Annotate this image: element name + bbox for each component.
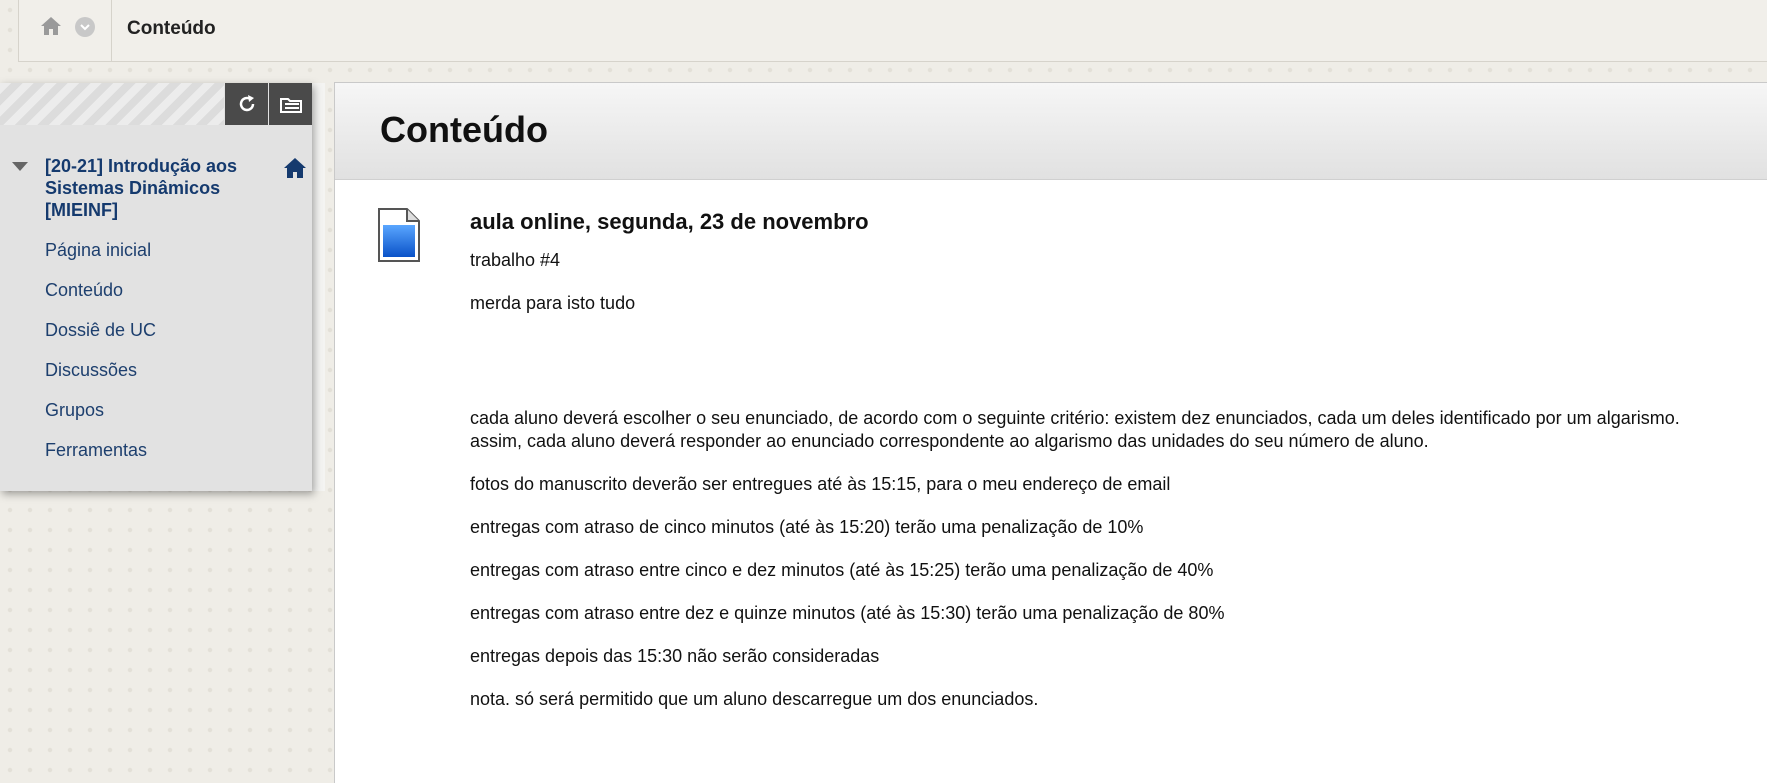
page-header: Conteúdo: [335, 83, 1767, 180]
item-paragraph: cada aluno deverá escolher o seu enuncia…: [470, 408, 1680, 451]
item-title[interactable]: aula online, segunda, 23 de novembro: [470, 209, 1710, 235]
item-paragraph: entregas com atraso entre cinco e dez mi…: [470, 560, 1214, 580]
sidebar-edge: [312, 83, 325, 491]
chevron-down-icon[interactable]: [75, 17, 95, 37]
sidebar-item-conteudo[interactable]: Conteúdo: [45, 278, 156, 318]
content-area: Conteúdo aula online, segunda, 23 de nov…: [334, 82, 1767, 783]
course-menu-handle: [0, 83, 224, 125]
content-item: aula online, segunda, 23 de novembro tra…: [470, 209, 1710, 731]
sidebar-item-dossie[interactable]: Dossiê de UC: [45, 318, 156, 358]
item-paragraph: entregas com atraso entre dez e quinze m…: [470, 603, 1225, 623]
sidebar-item-grupos[interactable]: Grupos: [45, 398, 156, 438]
collapse-arrow-icon[interactable]: [12, 162, 28, 171]
folder-view-button[interactable]: [269, 83, 312, 125]
course-home-icon[interactable]: [282, 156, 308, 180]
course-title-link[interactable]: [20-21] Introdução aos Sistemas Dinâmico…: [45, 155, 275, 221]
item-paragraph: entregas com atraso de cinco minutos (at…: [470, 517, 1144, 537]
blank-space: [470, 335, 1710, 407]
item-paragraph: fotos do manuscrito deverão ser entregue…: [470, 474, 1171, 494]
course-menu-toolbar: [0, 83, 312, 125]
sidebar-item-discussoes[interactable]: Discussões: [45, 358, 156, 398]
item-paragraph: trabalho #4: [470, 250, 561, 270]
page-title: Conteúdo: [380, 109, 548, 150]
item-paragraph: entregas depois das 15:30 não serão cons…: [470, 646, 880, 666]
sidebar-item-ferramentas[interactable]: Ferramentas: [45, 438, 156, 478]
breadcrumb-current: Conteúdo: [127, 18, 216, 39]
breadcrumb: Conteúdo: [18, 0, 1767, 62]
folder-icon: [279, 98, 302, 113]
course-nav-list: Página inicial Conteúdo Dossiê de UC Dis…: [45, 238, 156, 478]
refresh-icon: [239, 95, 254, 112]
item-paragraph: merda para isto tudo: [470, 293, 636, 313]
document-icon: [377, 207, 421, 263]
breadcrumb-divider: [111, 0, 112, 62]
sidebar-item-pagina-inicial[interactable]: Página inicial: [45, 238, 156, 278]
home-icon[interactable]: [39, 14, 63, 38]
item-paragraph: nota. só será permitido que um aluno des…: [470, 689, 1039, 709]
refresh-button[interactable]: [225, 83, 268, 125]
